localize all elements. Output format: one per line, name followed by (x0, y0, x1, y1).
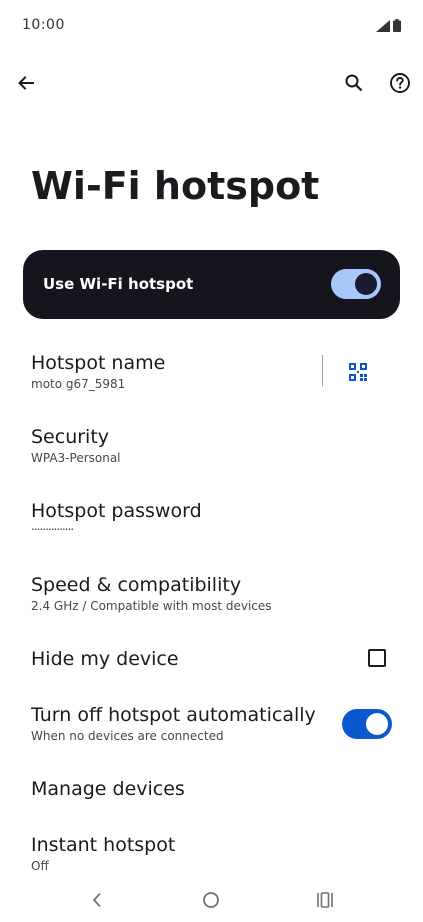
help-button[interactable] (380, 63, 420, 103)
hotspot-name-title: Hotspot name (31, 352, 166, 374)
help-circle-icon (390, 73, 410, 93)
security-title: Security (31, 426, 110, 448)
hotspot-password-value: ............... (31, 519, 74, 533)
search-icon (345, 74, 363, 92)
cellular-signal-icon (376, 19, 390, 32)
arrow-back-icon (18, 76, 34, 90)
vertical-divider (322, 355, 323, 386)
hide-my-device-checkbox[interactable] (368, 649, 386, 667)
security-value: WPA3-Personal (31, 451, 121, 465)
recents-icon (317, 892, 333, 908)
manage-devices-item[interactable]: Manage devices (0, 770, 423, 812)
nav-recents-button[interactable] (311, 886, 339, 914)
security-item[interactable]: Security WPA3-Personal (0, 418, 423, 474)
toggle-thumb (355, 273, 377, 295)
instant-hotspot-item[interactable]: Instant hotspot Off (0, 826, 423, 876)
page-title: Wi-Fi hotspot (31, 164, 320, 208)
instant-hotspot-title: Instant hotspot (31, 834, 176, 856)
turn-off-automatically-title: Turn off hotspot automatically (31, 704, 316, 726)
navigation-bar (0, 878, 423, 922)
hotspot-password-item[interactable]: Hotspot password ............... (0, 492, 423, 548)
instant-hotspot-value: Off (31, 859, 49, 873)
qr-code-icon (349, 363, 367, 381)
use-wifi-hotspot-label: Use Wi-Fi hotspot (43, 275, 194, 293)
battery-icon (393, 19, 401, 32)
share-qr-button[interactable] (340, 356, 376, 388)
use-wifi-hotspot-toggle[interactable] (331, 269, 381, 299)
app-bar (0, 60, 423, 108)
use-wifi-hotspot-card[interactable]: Use Wi-Fi hotspot (23, 250, 400, 319)
speed-compatibility-title: Speed & compatibility (31, 574, 242, 596)
status-icons (376, 19, 401, 32)
turn-off-automatically-toggle[interactable] (342, 709, 392, 739)
chevron-left-icon (92, 892, 101, 908)
turn-off-automatically-value: When no devices are connected (31, 729, 224, 743)
nav-back-button[interactable] (83, 886, 111, 914)
status-bar: 10:00 (0, 0, 423, 52)
hotspot-name-value: moto g67_5981 (31, 377, 126, 391)
back-button[interactable] (6, 63, 46, 103)
speed-compatibility-value: 2.4 GHz / Compatible with most devices (31, 599, 272, 613)
manage-devices-title: Manage devices (31, 778, 185, 800)
hide-my-device-title: Hide my device (31, 648, 179, 670)
speed-compatibility-item[interactable]: Speed & compatibility 2.4 GHz / Compatib… (0, 566, 423, 622)
search-button[interactable] (334, 63, 374, 103)
nav-home-button[interactable] (197, 886, 225, 914)
toggle-thumb (366, 713, 388, 735)
home-circle-icon (203, 892, 219, 908)
hide-my-device-item[interactable]: Hide my device (0, 640, 423, 682)
status-time: 10:00 (22, 17, 65, 33)
